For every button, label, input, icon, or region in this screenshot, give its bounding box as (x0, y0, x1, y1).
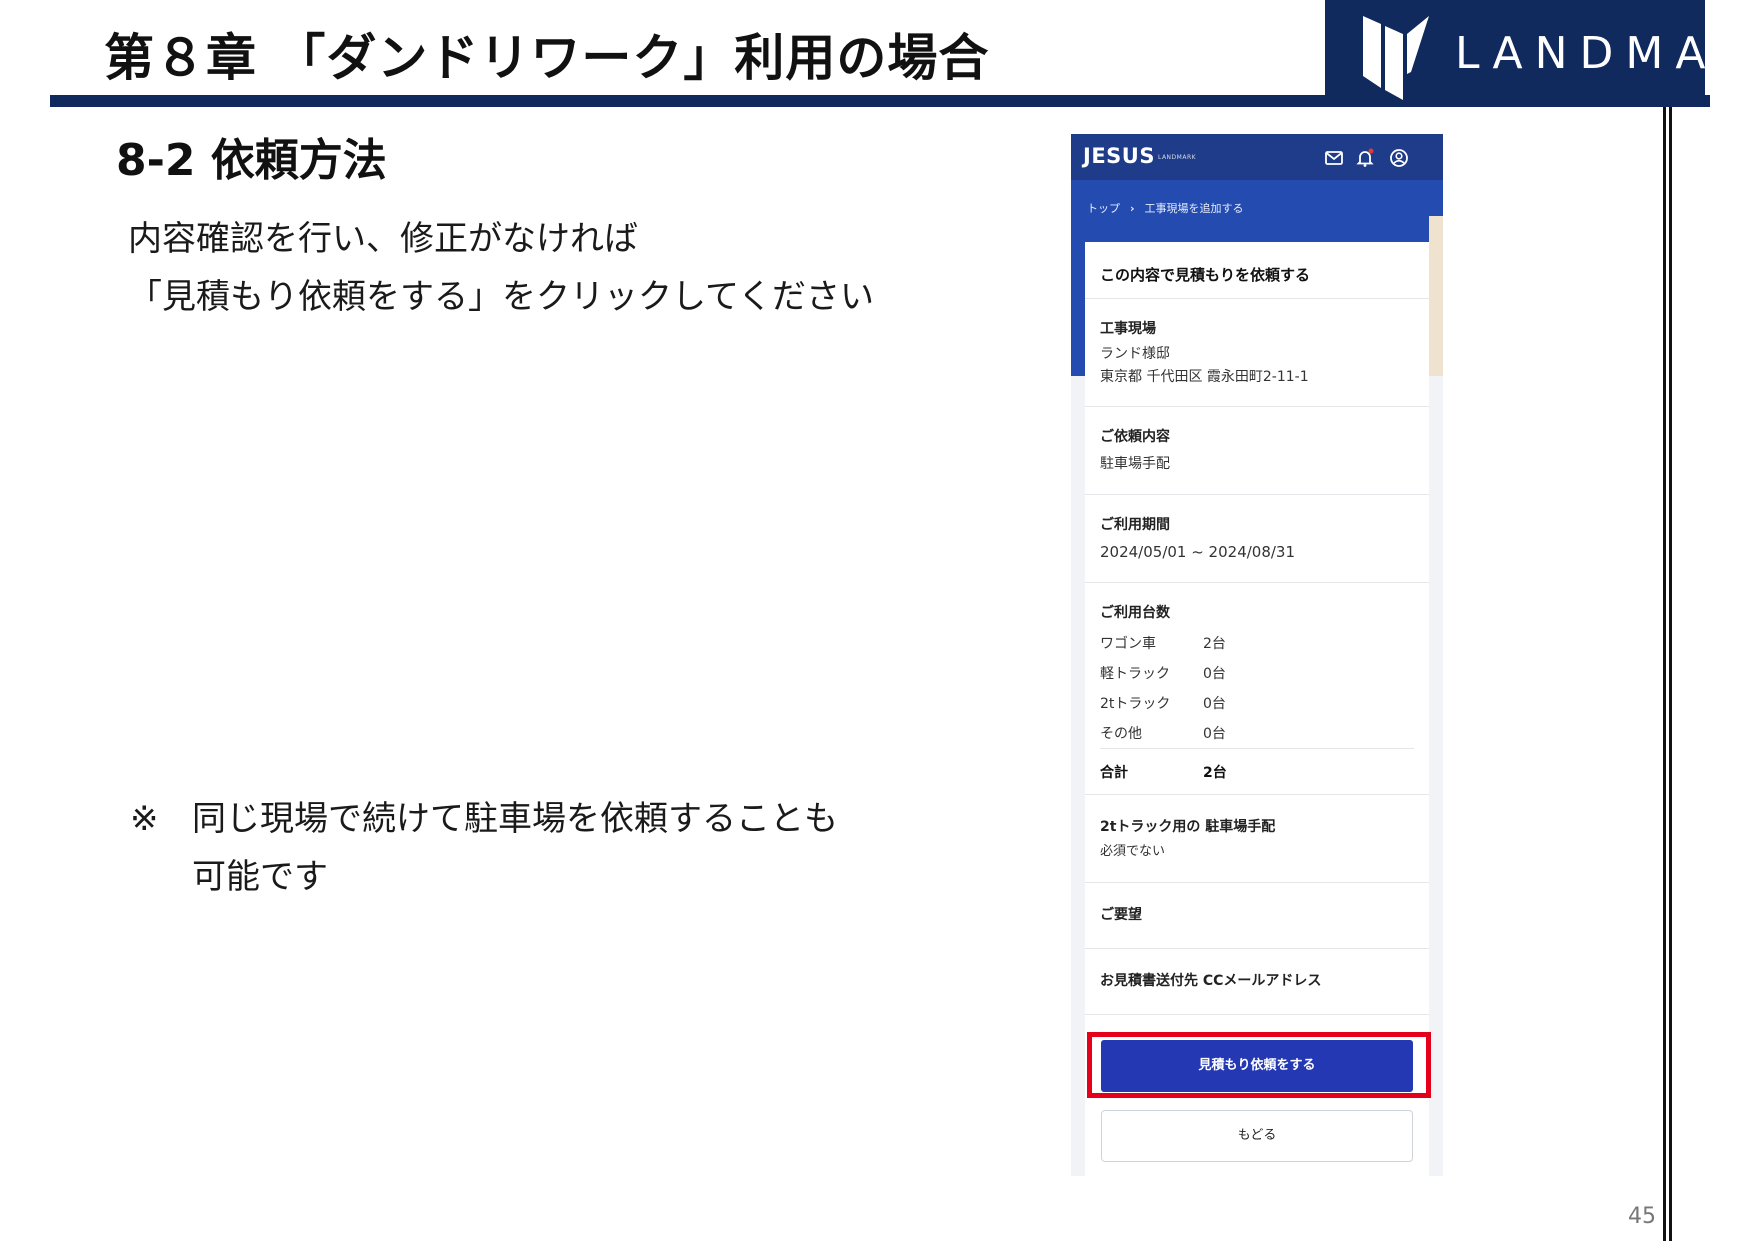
instruction-line: 「見積もり依頼をする」をクリックしてください (128, 277, 874, 317)
request-note-label: ご要望 (1100, 907, 1142, 923)
divider (1085, 582, 1429, 583)
background-strip (1429, 216, 1443, 376)
section-title: 8-2 依頼方法 (116, 135, 387, 186)
instruction-text: 内容確認を行い、修正がなければ 「見積もり依頼をする」をクリックしてください (128, 210, 874, 326)
vehicle-row-name: 軽トラック (1100, 666, 1170, 682)
request-value: 駐車場手配 (1100, 456, 1170, 472)
account-icon[interactable] (1389, 148, 1409, 168)
site-name: ランド様邸 (1100, 346, 1170, 362)
breadcrumb-item-current: 工事現場を追加する (1144, 202, 1244, 215)
note-line: 同じ現場で続けて駐車場を依頼することも (192, 799, 838, 839)
divider (1085, 494, 1429, 495)
vehicle-row-count: 0台 (1203, 726, 1226, 742)
divider (1085, 1014, 1429, 1015)
note-text: ※ 同じ現場で続けて駐車場を依頼することも 可能です (130, 790, 838, 906)
cc-email-label: お見積書送付先 CCメールアドレス (1100, 973, 1322, 989)
instruction-line: 内容確認を行い、修正がなければ (128, 219, 638, 259)
landmark-logo: LANDMARK (1325, 0, 1755, 107)
site-label: 工事現場 (1100, 321, 1156, 337)
divider (1085, 406, 1429, 407)
logo-text: LANDMARK (1455, 28, 1755, 79)
note-line: 可能です (192, 857, 328, 897)
app-brand[interactable]: JESUS LANDMARK (1083, 144, 1196, 168)
vehicle-row-count: 2台 (1203, 636, 1226, 652)
period-value: 2024/05/01 ~ 2024/08/31 (1100, 543, 1296, 561)
landmark-logo-icon (1363, 16, 1429, 100)
divider (1100, 748, 1414, 749)
back-button[interactable]: もどる (1101, 1110, 1413, 1162)
vehicle-row-name: 2tトラック (1100, 696, 1171, 712)
divider (1085, 948, 1429, 949)
period-label: ご利用期間 (1100, 517, 1170, 533)
breadcrumb-item-top[interactable]: トップ (1087, 202, 1120, 215)
page-border-line (1663, 107, 1666, 1241)
page-border-line (1669, 107, 1672, 1241)
mail-icon[interactable] (1324, 148, 1344, 168)
vehicles-label: ご利用台数 (1100, 605, 1170, 621)
request-label: ご依頼内容 (1100, 429, 1170, 445)
app-header: JESUS LANDMARK (1071, 134, 1443, 180)
vehicle-row-count: 0台 (1203, 696, 1226, 712)
submit-estimate-request-button[interactable]: 見積もり依頼をする (1101, 1040, 1413, 1092)
site-address: 東京都 千代田区 霞永田町2-11-1 (1100, 369, 1309, 385)
note-mark: ※ (130, 799, 159, 839)
breadcrumb: トップ › 工事現場を追加する (1087, 200, 1244, 216)
app-screenshot: JESUS LANDMARK トップ › 工事現場を追加する この内容で見積もりを依頼… (1071, 134, 1443, 1176)
chapter-title: 第８章 「ダンドリワーク」利用の場合 (104, 29, 990, 87)
bell-icon[interactable] (1355, 148, 1375, 168)
vehicle-total-label: 合計 (1100, 765, 1128, 781)
brand-sub: LANDMARK (1157, 153, 1197, 161)
card-title: この内容で見積もりを依頼する (1100, 266, 1311, 284)
page-number: 45 (1628, 1204, 1656, 1229)
brand-text: JESUS (1083, 144, 1155, 168)
vehicle-row-count: 0台 (1203, 666, 1226, 682)
vehicle-row-name: ワゴン車 (1100, 636, 1156, 652)
truck-parking-label: 2tトラック用の 駐車場手配 (1100, 819, 1276, 835)
divider (1085, 298, 1429, 299)
divider (1085, 882, 1429, 883)
divider (1085, 794, 1429, 795)
chevron-right-icon: › (1130, 202, 1135, 215)
vehicle-total-count: 2台 (1203, 765, 1227, 781)
vehicle-row-name: その他 (1100, 726, 1142, 742)
truck-parking-value: 必須でない (1100, 844, 1166, 859)
